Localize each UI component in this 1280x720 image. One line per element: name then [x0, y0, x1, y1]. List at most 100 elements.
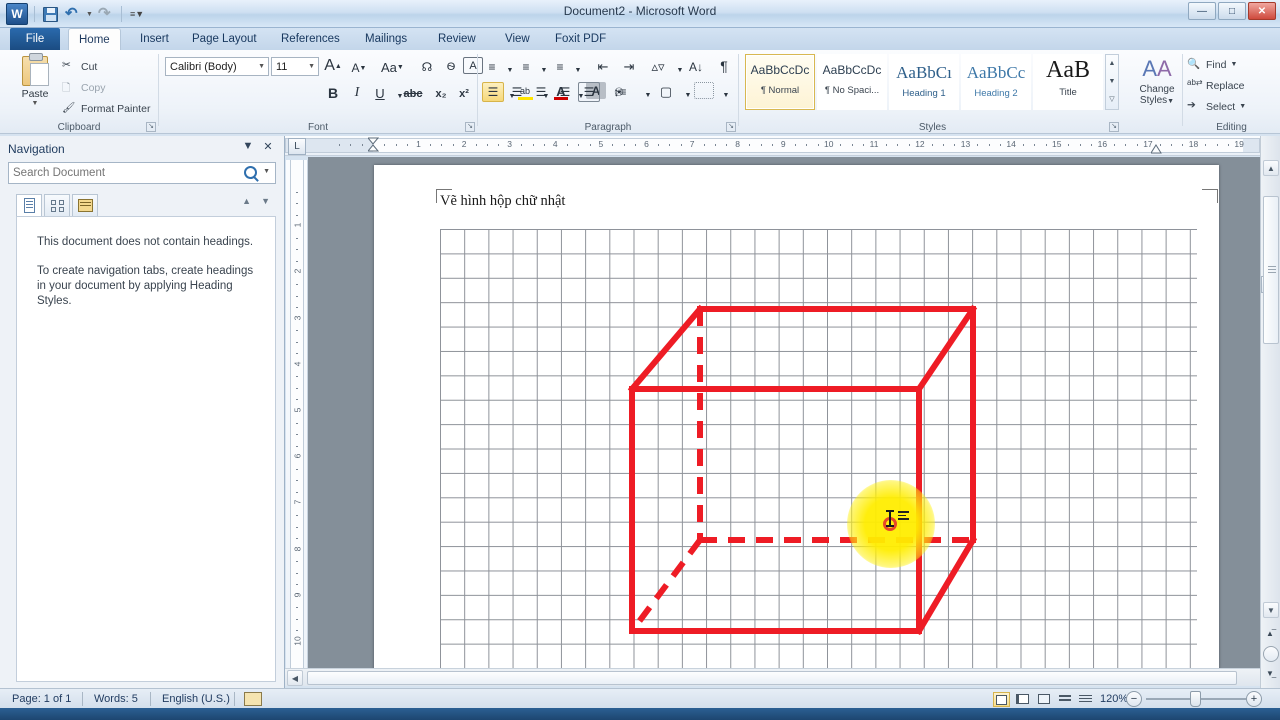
font-size-combo[interactable]: 11 ▼	[271, 57, 319, 76]
line-spacing-dropdown-icon[interactable]: ▼	[638, 85, 658, 105]
align-right-icon[interactable]: ☰	[530, 82, 552, 102]
cut-button[interactable]: ✂ Cut	[62, 58, 97, 75]
document-canvas[interactable]: Vẽ hình hộp chữ nhật	[308, 157, 1260, 684]
bullets-icon[interactable]: ≡	[482, 57, 502, 77]
tab-page-layout[interactable]: Page Layout	[182, 28, 267, 50]
tab-mailings[interactable]: Mailings	[355, 28, 417, 50]
browse-object-circle-icon[interactable]	[1263, 646, 1279, 662]
tab-home[interactable]: Home	[68, 28, 121, 50]
word-count[interactable]: Words: 5	[86, 691, 146, 707]
paste-dropdown-icon[interactable]: ▼	[14, 100, 56, 107]
justify-icon[interactable]: ☰	[554, 82, 576, 102]
page-indicator[interactable]: Page: 1 of 1	[4, 691, 79, 707]
phonetic-guide-icon[interactable]: Ѳ	[441, 57, 461, 77]
style-title[interactable]: AaB Title	[1033, 54, 1103, 110]
clear-formatting-icon[interactable]: ☊	[417, 57, 437, 77]
right-indent-marker[interactable]	[1150, 137, 1162, 154]
horizontal-scroll-thumb[interactable]	[307, 671, 1237, 685]
pages-tab-icon[interactable]	[44, 194, 70, 216]
scroll-down-button[interactable]: ▼	[1263, 602, 1279, 618]
tab-file[interactable]: File	[10, 28, 60, 50]
distributed-icon[interactable]: ☰	[578, 82, 600, 102]
font-dialog-launcher[interactable]: ↘	[465, 122, 475, 132]
grow-font-icon[interactable]: A ▲	[323, 56, 343, 76]
shading-icon[interactable]: ▢	[656, 82, 676, 102]
outline-view-icon[interactable]	[1056, 692, 1073, 707]
nav-prev-icon[interactable]: ▲	[242, 196, 251, 206]
styles-gallery-scroll[interactable]: ▲ ▼ ▽	[1105, 54, 1119, 110]
multilevel-list-icon[interactable]: ≡	[550, 57, 570, 77]
tab-view[interactable]: View	[495, 28, 540, 50]
navigation-options-icon[interactable]: ▼	[240, 140, 256, 156]
clipboard-dialog-launcher[interactable]: ↘	[146, 122, 156, 132]
vertical-ruler[interactable]: 1 2 3 4 5 6 7 8 9 10	[286, 160, 308, 684]
align-left-icon[interactable]: ☰	[482, 82, 504, 102]
horizontal-scrollbar[interactable]: ◀	[285, 668, 1260, 686]
navigation-close-icon[interactable]: ✕	[260, 140, 276, 156]
vertical-scrollbar[interactable]: ☷ ▲ ▼ ▲̅ ▼̲	[1260, 136, 1280, 688]
style-normal[interactable]: AaBbCcDc ¶ Normal	[745, 54, 815, 110]
bold-icon[interactable]: B	[323, 83, 343, 103]
previous-page-icon[interactable]: ▲̅	[1262, 626, 1278, 642]
replace-button[interactable]: ab⇄ Replace	[1187, 77, 1245, 94]
minimize-button[interactable]: —	[1188, 2, 1216, 20]
superscript-icon[interactable]: x²	[454, 84, 474, 104]
nav-next-icon[interactable]: ▼	[261, 196, 270, 206]
results-tab-icon[interactable]	[72, 194, 98, 216]
horizontal-ruler[interactable]: 1 2 3 4 5 6 7 8 9 10 11 12 13 14 15 16 17 18 19	[285, 136, 1260, 156]
format-painter-button[interactable]: 🖌 Format Painter	[62, 100, 150, 117]
line-spacing-icon[interactable]: ↕≡	[610, 82, 630, 102]
paragraph-dialog-launcher[interactable]: ↘	[726, 122, 736, 132]
document-page[interactable]: Vẽ hình hộp chữ nhật	[374, 165, 1219, 684]
style-heading-2[interactable]: AaBbCc Heading 2	[961, 54, 1031, 110]
tab-review[interactable]: Review	[428, 28, 486, 50]
maximize-button[interactable]: □	[1218, 2, 1246, 20]
multilevel-dropdown-icon[interactable]: ▼	[568, 60, 588, 80]
web-layout-view-icon[interactable]	[1035, 692, 1052, 707]
tab-insert[interactable]: Insert	[130, 28, 179, 50]
zoom-in-button[interactable]: +	[1246, 691, 1262, 707]
borders-icon[interactable]	[694, 82, 714, 99]
scroll-up-button[interactable]: ▲	[1263, 160, 1279, 176]
chevron-down-icon[interactable]: ▼	[258, 63, 265, 70]
search-icon[interactable]	[244, 166, 257, 179]
find-button[interactable]: 🔍 Find ▼	[1187, 56, 1237, 73]
italic-icon[interactable]: I	[347, 83, 367, 103]
paste-button[interactable]: Paste ▼	[14, 53, 56, 110]
shrink-font-icon[interactable]: A ▼	[349, 58, 369, 78]
center-icon[interactable]: ☰	[506, 82, 528, 102]
style-heading-1[interactable]: AaBbCı Heading 1	[889, 54, 959, 110]
tab-selector-button[interactable]: L	[288, 138, 306, 155]
sort-az-icon[interactable]: A↓	[686, 57, 706, 77]
increase-indent-icon[interactable]: ⇥	[619, 57, 639, 77]
language-indicator[interactable]: English (U.S.)	[154, 691, 238, 707]
scroll-left-button[interactable]: ◀	[287, 670, 303, 686]
close-button[interactable]: ✕	[1248, 2, 1276, 20]
headings-tab-icon[interactable]	[16, 194, 42, 216]
underline-icon[interactable]: U	[370, 83, 390, 103]
numbering-icon[interactable]: ≡	[516, 57, 536, 77]
subscript-icon[interactable]: x₂	[431, 84, 451, 104]
print-layout-view-icon[interactable]	[993, 692, 1010, 707]
show-marks-icon[interactable]: ¶	[714, 56, 734, 76]
document-heading-text[interactable]: Vẽ hình hộp chữ nhật	[440, 193, 565, 210]
next-page-icon[interactable]: ▼̲	[1262, 666, 1278, 682]
styles-scroll-up-icon[interactable]: ▲	[1106, 55, 1118, 73]
decrease-indent-icon[interactable]: ⇤	[593, 57, 613, 77]
navigation-search-box[interactable]: ▼	[8, 162, 276, 184]
style-no-spacing[interactable]: AaBbCcDc ¶ No Spaci...	[817, 54, 887, 110]
search-input[interactable]	[13, 163, 228, 183]
styles-dialog-launcher[interactable]: ↘	[1109, 122, 1119, 132]
zoom-out-button[interactable]: −	[1126, 691, 1142, 707]
copy-button[interactable]: 🗋 Copy	[62, 79, 106, 96]
rectangular-box-drawing[interactable]	[614, 293, 1014, 663]
full-screen-reading-icon[interactable]	[1014, 692, 1031, 707]
chevron-down-icon-2[interactable]: ▼	[308, 63, 315, 70]
search-options-icon[interactable]: ▼	[263, 168, 270, 175]
styles-more-icon[interactable]: ▽	[1106, 91, 1118, 109]
tab-foxit-pdf[interactable]: Foxit PDF	[545, 28, 616, 50]
tab-references[interactable]: References	[271, 28, 350, 50]
strikethrough-icon[interactable]: abc	[403, 84, 423, 104]
change-styles-button[interactable]: AA Change Styles▼	[1135, 56, 1179, 107]
first-line-indent-marker[interactable]	[366, 137, 380, 154]
